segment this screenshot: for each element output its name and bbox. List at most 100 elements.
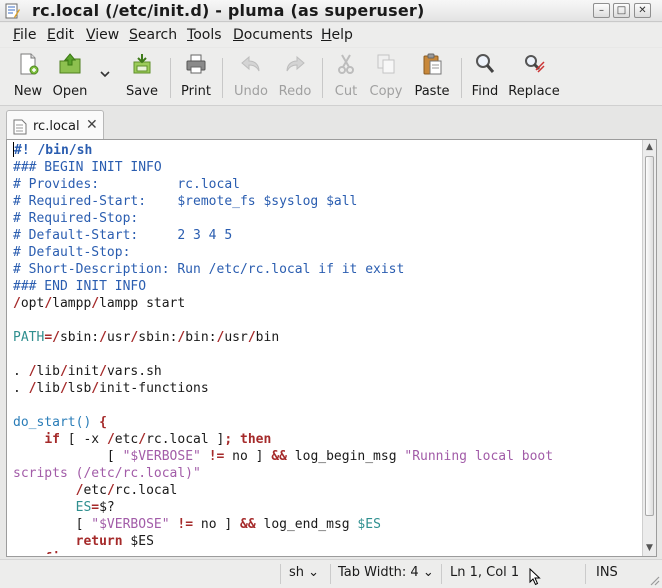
minimize-button[interactable]: – <box>593 3 610 18</box>
copy-button[interactable]: Copy <box>368 52 404 102</box>
menu-edit[interactable]: Edit <box>47 27 74 43</box>
maximize-button[interactable]: □ <box>613 3 630 18</box>
redo-button[interactable]: Redo <box>277 52 313 102</box>
code-token: ### END INIT INFO <box>13 279 147 294</box>
code-token: lib <box>36 381 60 396</box>
code-token: # Required-Stop: <box>13 211 139 226</box>
code-line[interactable]: return $ES <box>13 533 633 550</box>
code-text-view[interactable]: #! /bin/sh ### BEGIN INIT INFO # Provides:… <box>13 142 633 554</box>
code-line[interactable] <box>13 397 633 414</box>
open-button[interactable]: Open <box>52 52 88 102</box>
code-token: / <box>59 364 68 379</box>
vertical-scrollbar[interactable]: ▲ ▼ <box>642 140 656 556</box>
code-token: [ <box>13 517 92 532</box>
code-line[interactable]: ES=$? <box>13 499 633 516</box>
print-button[interactable]: Print <box>178 52 214 102</box>
tab-rc-local[interactable]: rc.local ✕ <box>6 110 104 141</box>
code-token: init-functions <box>99 381 209 396</box>
code-line[interactable] <box>13 312 633 329</box>
replace-button[interactable]: Replace <box>508 52 560 102</box>
scroll-up-arrow-icon[interactable]: ▲ <box>645 143 654 152</box>
code-line[interactable]: scripts (/etc/rc.local)" <box>13 465 633 482</box>
code-token: / <box>99 364 107 379</box>
tab-width-selector[interactable]: Tab Width: 4 ⌄ <box>338 565 434 581</box>
document-tab-bar: rc.local ✕ <box>0 106 662 141</box>
code-line[interactable]: fi <box>13 550 633 554</box>
cursor-position: Ln 1, Col 1 <box>450 565 520 580</box>
chevron-down-icon: ⌄ <box>422 565 434 580</box>
code-token: : <box>208 330 217 345</box>
code-token: $ES <box>357 517 381 532</box>
code-token: #! /bin/sh <box>14 143 93 158</box>
close-window-button[interactable]: ✕ <box>634 3 651 18</box>
resize-grip-icon[interactable] <box>648 574 660 586</box>
code-line[interactable]: PATH=/sbin:/usr/sbin:/bin:/usr/bin <box>13 329 633 346</box>
menu-tools[interactable]: Tools <box>187 27 222 43</box>
find-button[interactable]: Find <box>469 52 501 102</box>
cut-button[interactable]: Cut <box>330 52 362 102</box>
code-line[interactable]: . /lib/lsb/init-functions <box>13 380 633 397</box>
code-line[interactable]: # Required-Start: $remote_fs $syslog $al… <box>13 193 633 210</box>
code-line[interactable]: do_start() { <box>13 414 633 431</box>
save-button[interactable]: Save <box>124 52 160 102</box>
undo-arrow-icon <box>241 55 260 72</box>
code-line[interactable]: [ "$VERBOSE" != no ] && log_end_msg $ES <box>13 516 633 533</box>
code-line[interactable]: . /lib/init/vars.sh <box>13 363 633 380</box>
menu-search[interactable]: Search <box>129 27 177 43</box>
code-line[interactable]: if [ -x /etc/rc.local ]; then <box>13 431 633 448</box>
new-document-icon <box>20 53 39 75</box>
new-button[interactable]: New <box>10 52 46 102</box>
language-selector[interactable]: sh ⌄ <box>289 565 319 581</box>
code-line[interactable]: # Required-Stop: <box>13 210 633 227</box>
code-line[interactable]: # Default-Start: 2 3 4 5 <box>13 227 633 244</box>
code-token: sbin <box>138 330 170 345</box>
code-token: then <box>240 432 272 447</box>
code-token: usr <box>224 330 248 345</box>
code-line[interactable]: [ "$VERBOSE" != no ] && log_begin_msg "R… <box>13 448 633 465</box>
tab-label: rc.local <box>33 119 80 134</box>
code-line[interactable]: ### END INIT INFO <box>13 278 633 295</box>
code-token: : <box>91 330 100 345</box>
code-token: [ -x <box>59 432 107 447</box>
code-line[interactable]: /etc/rc.local <box>13 482 633 499</box>
language-label: sh <box>289 565 305 580</box>
paste-button[interactable]: Paste <box>412 52 452 102</box>
code-token: rc.local <box>114 483 178 498</box>
scroll-down-arrow-icon[interactable]: ▼ <box>645 544 654 553</box>
code-token: / <box>13 296 21 311</box>
code-token: # Provides: rc.local <box>13 177 240 192</box>
code-token: # Default-Stop: <box>13 245 131 260</box>
status-separator <box>585 564 586 584</box>
code-line[interactable] <box>13 346 633 363</box>
code-token: # Default-Start: 2 3 4 5 <box>13 228 233 243</box>
printer-icon <box>186 54 206 74</box>
menu-help[interactable]: Help <box>321 27 353 43</box>
code-line[interactable]: # Default-Stop: <box>13 244 633 261</box>
scrollbar-thumb[interactable] <box>645 156 654 516</box>
code-line[interactable]: /opt/lampp/lampp start <box>13 295 633 312</box>
toolbar-separator <box>170 58 171 98</box>
code-line[interactable]: #! /bin/sh <box>13 142 633 159</box>
open-recent-chevron-down-icon[interactable] <box>99 70 111 78</box>
code-token: do_start <box>13 415 76 430</box>
code-token: usr <box>106 330 131 345</box>
menu-view[interactable]: View <box>86 27 119 43</box>
menu-documents[interactable]: Documents <box>233 27 313 43</box>
code-line[interactable]: ### BEGIN INIT INFO <box>13 159 633 176</box>
code-line[interactable]: # Short-Description: Run /etc/rc.local i… <box>13 261 633 278</box>
editor-area[interactable]: #! /bin/sh ### BEGIN INIT INFO # Provides:… <box>6 139 657 557</box>
clipboard-paste-icon <box>423 53 442 75</box>
menu-file[interactable]: File <box>13 27 36 43</box>
undo-button[interactable]: Undo <box>233 52 269 102</box>
code-token: && <box>271 449 287 464</box>
tab-close-icon[interactable]: ✕ <box>86 117 98 133</box>
code-token: / <box>99 330 107 345</box>
code-token: ; <box>224 432 241 447</box>
status-separator <box>441 564 442 584</box>
chevron-down-icon: ⌄ <box>308 565 320 580</box>
code-line[interactable]: # Provides: rc.local <box>13 176 633 193</box>
code-token: PATH <box>13 330 45 345</box>
